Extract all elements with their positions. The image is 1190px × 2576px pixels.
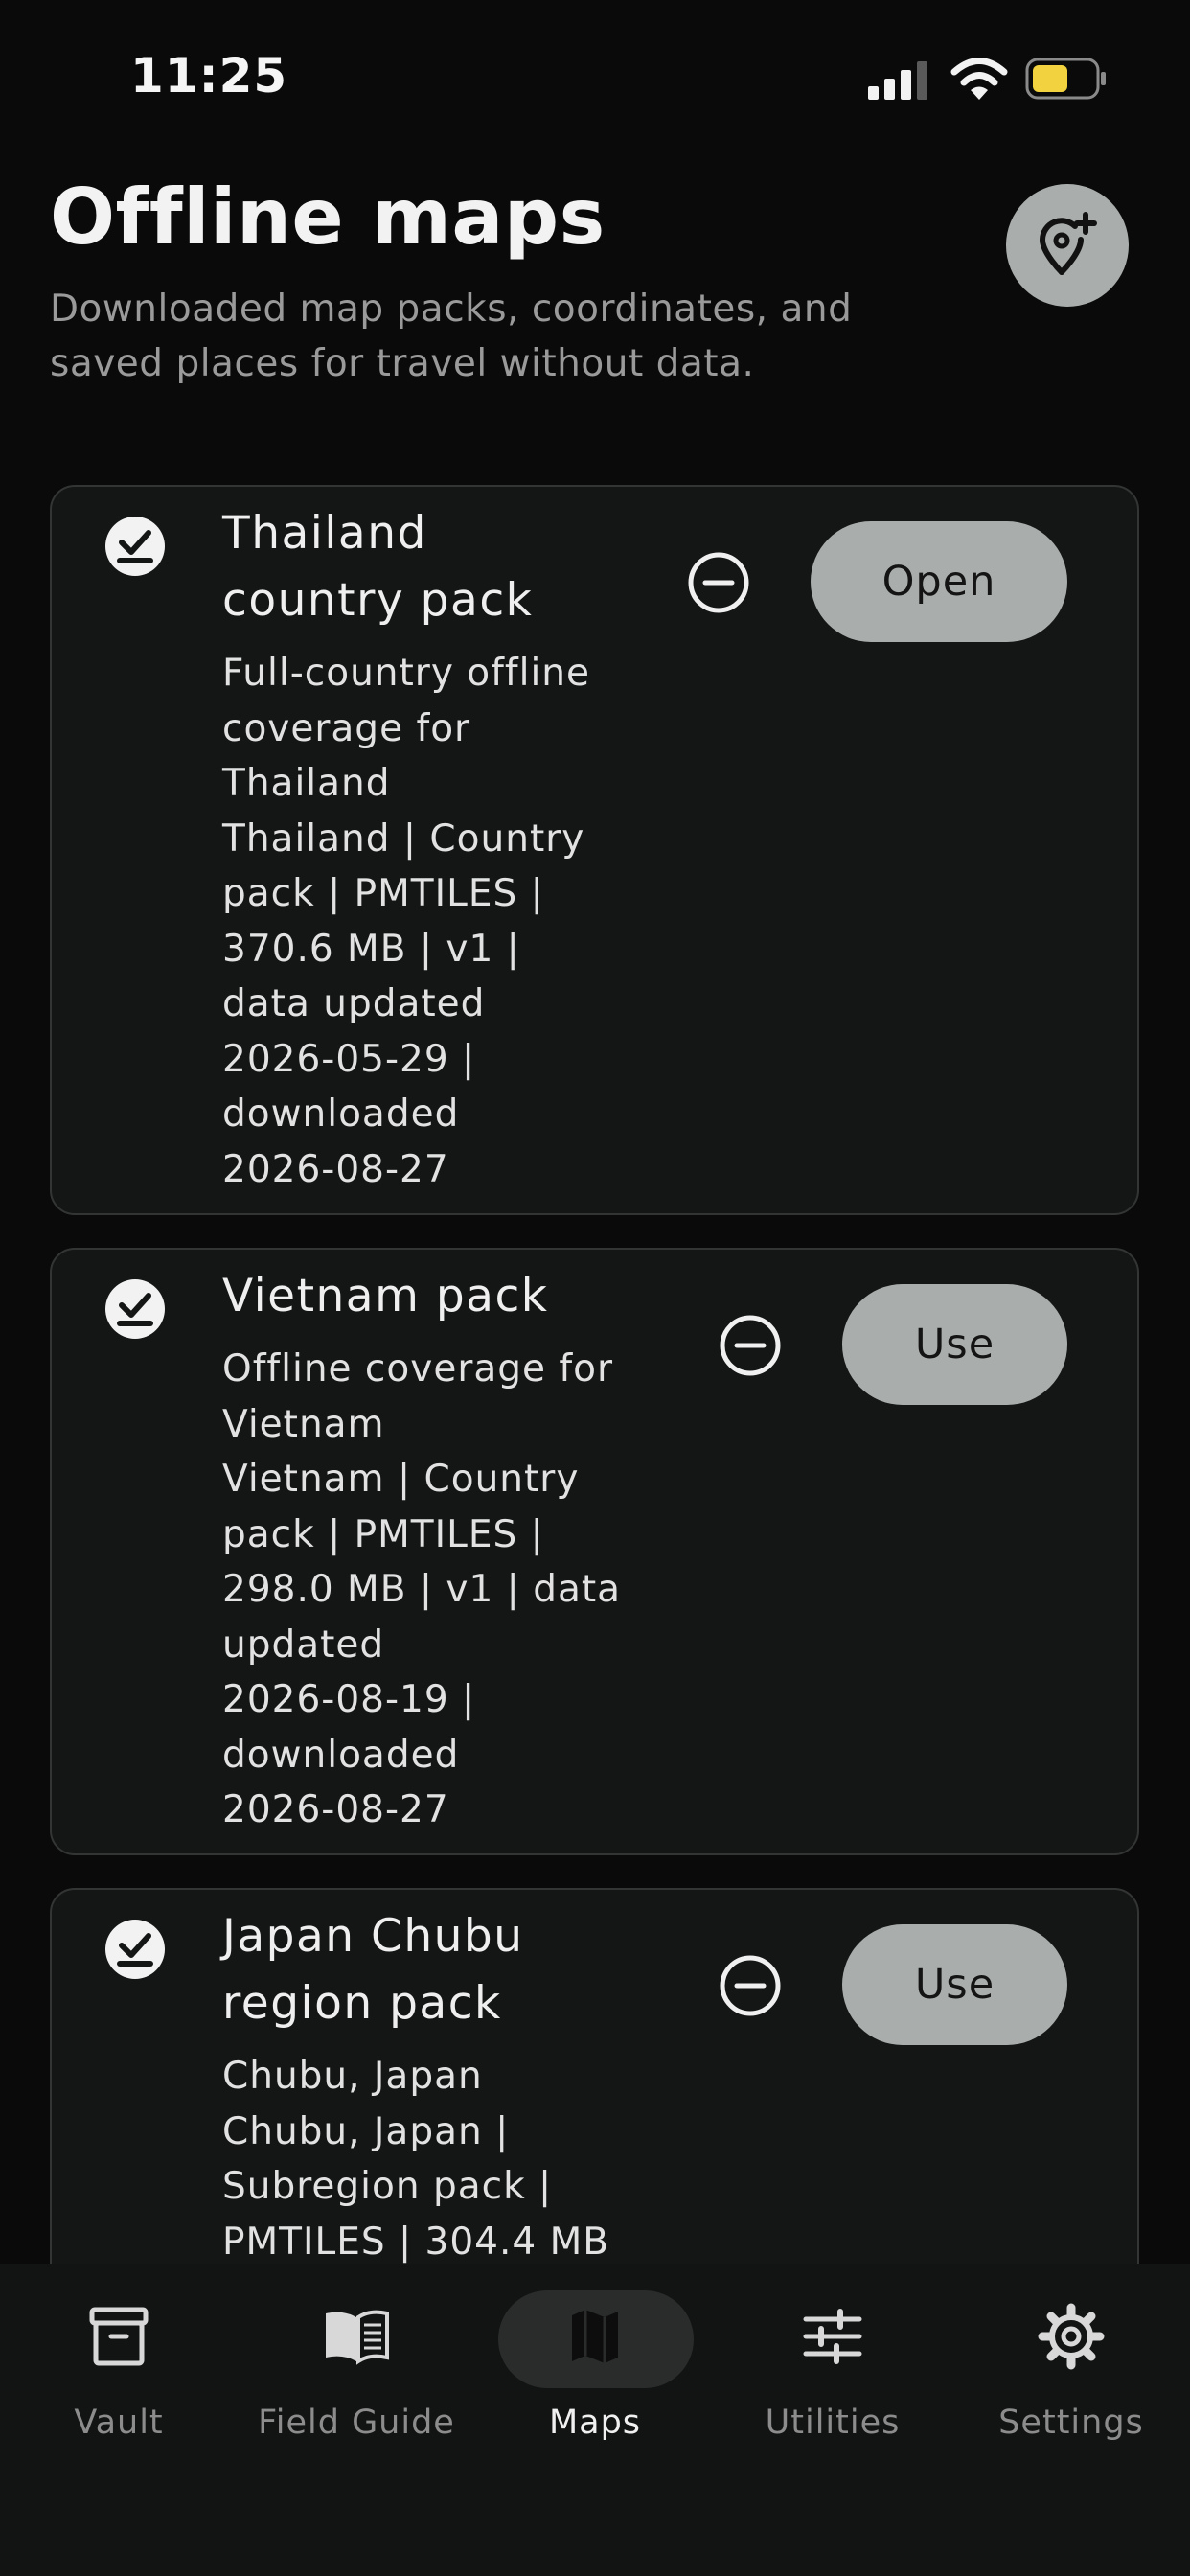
status-bar: 11:25	[0, 0, 1190, 153]
use-pack-button[interactable]: Use	[842, 1924, 1067, 2045]
pack-title-line: Thailand	[222, 507, 427, 560]
pack-desc-line: coverage for	[222, 706, 471, 750]
pack-title-line: country pack	[222, 574, 534, 627]
battery-icon	[1025, 58, 1106, 100]
page-subtitle: Downloaded map packs, coordinates, and s…	[50, 288, 853, 385]
pack-desc-line: Thailand | Country	[222, 816, 585, 861]
nav-label-maps: Maps	[548, 2404, 642, 2442]
pack-desc-line: Full-country offline	[222, 652, 591, 695]
pack-description: Chubu, Japan Chubu, Japan | Subregion pa…	[222, 2049, 609, 2269]
book-icon	[326, 2310, 389, 2365]
wifi-icon	[950, 58, 1008, 100]
nav-item-maps[interactable]: Maps	[476, 2264, 714, 2455]
pack-desc-line: Chubu, Japan	[222, 2055, 483, 2098]
map-icon	[572, 2310, 618, 2363]
add-location-icon	[1040, 212, 1097, 275]
add-place-button[interactable]	[1006, 184, 1129, 307]
nav-label-vault: Vault	[74, 2404, 164, 2442]
downloaded-check-icon	[105, 1920, 165, 1979]
pack-description: Full-country offline coverage for Thaila…	[222, 646, 590, 1197]
pack-desc-line: pack | PMTILES |	[222, 1512, 544, 1556]
pack-desc-line: 2026-08-27	[222, 1788, 449, 1831]
nav-label-field-guide: Field Guide	[258, 2404, 455, 2442]
status-time: 11:25	[130, 48, 288, 104]
pack-desc-line: 370.6 MB | v1 |	[222, 927, 520, 971]
pack-desc-line: 298.0 MB | v1 | data	[222, 1568, 622, 1611]
remove-pack-icon[interactable]	[718, 1313, 783, 1378]
pack-desc-line: downloaded	[222, 1733, 460, 1777]
remove-pack-icon[interactable]	[718, 1953, 783, 2018]
pack-desc-line: Vietnam	[222, 1402, 385, 1446]
nav-item-utilities[interactable]: Utilities	[714, 2264, 951, 2455]
nav-label-settings: Settings	[998, 2404, 1144, 2442]
downloaded-check-icon	[105, 1279, 165, 1339]
pack-title: Japan Chubu region pack	[222, 1903, 524, 2037]
archive-icon	[89, 2307, 149, 2366]
pack-title: Vietnam pack	[222, 1263, 549, 1330]
map-pack-card: Thailand country pack Full-country offli…	[50, 485, 1139, 1215]
pack-desc-line: Vietnam | Country	[222, 1458, 580, 1501]
map-pack-card: Vietnam pack Offline coverage for Vietna…	[50, 1248, 1139, 1855]
nav-label-utilities: Utilities	[765, 2404, 901, 2442]
pack-desc-line: Offline coverage for	[222, 1347, 614, 1391]
nav-item-vault[interactable]: Vault	[0, 2264, 238, 2455]
gear-icon	[1038, 2303, 1105, 2370]
pack-description: Offline coverage for Vietnam Vietnam | C…	[222, 1342, 621, 1838]
pack-desc-line: pack | PMTILES |	[222, 872, 544, 915]
downloaded-check-icon	[105, 517, 165, 576]
pack-desc-line: Subregion pack |	[222, 2165, 553, 2208]
pack-desc-line: PMTILES | 304.4 MB	[222, 2220, 610, 2264]
pack-desc-line: Chubu, Japan |	[222, 2109, 510, 2153]
sliders-icon	[803, 2309, 862, 2364]
signal-icon	[868, 61, 927, 100]
pack-desc-line: 2026-08-27	[222, 1147, 449, 1191]
pack-desc-line: updated	[222, 1622, 385, 1667]
page-title: Offline maps	[50, 172, 606, 262]
pack-desc-line: data updated	[222, 982, 486, 1025]
nav-item-settings[interactable]: Settings	[952, 2264, 1190, 2455]
pack-title-line: region pack	[222, 1977, 502, 2030]
remove-pack-icon[interactable]	[686, 550, 751, 615]
pack-desc-line: Thailand	[222, 762, 391, 805]
use-pack-button[interactable]: Use	[842, 1284, 1067, 1405]
bottom-nav: Vault Field Guide Maps Utilities Setting…	[0, 2264, 1190, 2576]
pack-title: Thailand country pack	[222, 500, 533, 634]
pack-desc-line: 2026-05-29 |	[222, 1037, 476, 1081]
pack-desc-line: downloaded	[222, 1092, 460, 1136]
pack-title-line: Japan Chubu	[222, 1910, 524, 1963]
pack-title-line: Vietnam pack	[222, 1270, 549, 1322]
open-pack-button[interactable]: Open	[811, 521, 1067, 642]
pack-desc-line: 2026-08-19 |	[222, 1678, 476, 1721]
nav-item-field-guide[interactable]: Field Guide	[238, 2264, 475, 2455]
